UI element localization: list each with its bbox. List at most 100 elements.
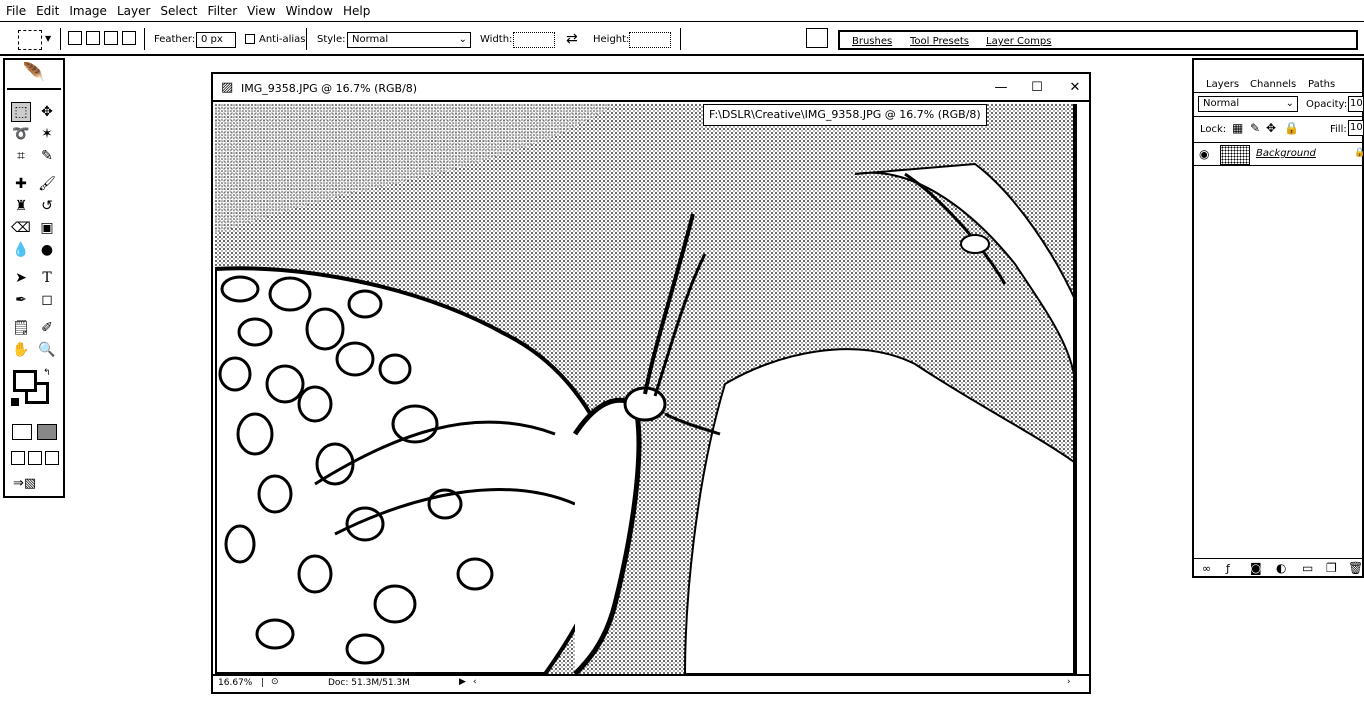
foreground-color-swatch[interactable] — [13, 370, 37, 392]
lock-position-icon[interactable]: ✥ — [1266, 121, 1276, 135]
delete-layer-icon[interactable]: 🗑 — [1348, 561, 1363, 575]
status-menu-icon[interactable]: ⊙ — [271, 677, 279, 687]
menu-bar: File Edit Image Layer Select Filter View… — [0, 0, 1364, 22]
crop-icon[interactable]: ⌗ — [11, 146, 31, 166]
menu-select[interactable]: Select — [160, 4, 203, 18]
close-icon[interactable]: ✕ — [1067, 80, 1083, 96]
subtract-selection-icon[interactable] — [104, 31, 118, 45]
minimize-icon[interactable]: — — [993, 80, 1009, 96]
menu-edit[interactable]: Edit — [36, 4, 65, 18]
marquee-icon[interactable]: ⬚ — [11, 102, 31, 122]
new-layer-icon[interactable]: ❐ — [1326, 561, 1337, 575]
layer-thumbnail — [1220, 145, 1250, 165]
history-brush-icon[interactable]: ↺ — [37, 196, 57, 216]
feather-logo-icon: 🪶 — [7, 62, 61, 90]
fill-input[interactable]: 10 — [1348, 120, 1364, 136]
toolbox: 🪶 ⬚ ✥ ➰ ✶ ⌗ ✎ ✚ 🖌 ♜ ↺ ⌫ ▣ 💧 ● ➤ T ✒ ◻ 🗒 … — [3, 58, 65, 498]
status-arrow-icon[interactable]: ▶ — [459, 677, 466, 687]
feather-input[interactable]: 0 px — [196, 32, 236, 48]
zoom-icon[interactable]: 🔍 — [37, 340, 57, 360]
tab-channels[interactable]: Channels — [1250, 78, 1296, 92]
antialias-checkbox[interactable] — [245, 34, 255, 44]
full-screen-icon[interactable] — [45, 451, 59, 465]
clone-stamp-icon[interactable]: ♜ — [11, 196, 31, 216]
menu-window[interactable]: Window — [286, 4, 339, 18]
tab-tool-presets[interactable]: Tool Presets — [910, 35, 969, 49]
eraser-icon[interactable]: ⌫ — [11, 218, 31, 238]
tool-preset-picker-icon[interactable] — [18, 30, 42, 50]
standard-screen-icon[interactable] — [11, 451, 25, 465]
lasso-icon[interactable]: ➰ — [11, 124, 31, 144]
style-select[interactable]: Normal ⌄ — [347, 32, 471, 48]
height-input[interactable] — [629, 32, 671, 48]
shape-icon[interactable]: ◻ — [37, 290, 57, 310]
notes-icon[interactable]: 🗒 — [11, 318, 31, 338]
menu-image[interactable]: Image — [69, 4, 113, 18]
slice-icon[interactable]: ✎ — [37, 146, 57, 166]
menu-file[interactable]: File — [6, 4, 32, 18]
adjustment-layer-icon[interactable]: ◐ — [1276, 561, 1286, 575]
style-select-value: Normal — [352, 34, 389, 45]
swap-dimensions-icon[interactable]: ⇄ — [566, 31, 578, 47]
layer-style-icon[interactable]: ƒ — [1226, 562, 1230, 575]
palette-well: Brushes Tool Presets Layer Comps — [838, 30, 1358, 50]
path-select-icon[interactable]: ➤ — [11, 268, 31, 288]
default-colors-icon[interactable] — [11, 398, 19, 406]
eyedropper-icon[interactable]: ✐ — [37, 318, 57, 338]
eye-icon[interactable]: ◉ — [1199, 147, 1209, 161]
blend-mode-select[interactable]: Normal ⌄ — [1198, 96, 1298, 112]
move-icon[interactable]: ✥ — [37, 102, 57, 122]
type-icon[interactable]: T — [37, 268, 57, 288]
pen-icon[interactable]: ✒ — [11, 290, 31, 310]
new-selection-icon[interactable] — [68, 31, 82, 45]
file-browser-icon[interactable] — [806, 28, 828, 48]
standard-mode-icon[interactable] — [12, 424, 32, 440]
intersect-selection-icon[interactable] — [122, 31, 136, 45]
magic-wand-icon[interactable]: ✶ — [37, 124, 57, 144]
maximize-icon[interactable]: ☐ — [1029, 80, 1045, 96]
full-screen-menu-icon[interactable] — [28, 451, 42, 465]
layer-row-background[interactable]: ◉ Background 🔒 — [1194, 142, 1364, 166]
doc-size: Doc: 51.3M/51.3M — [328, 678, 410, 688]
quick-mask-icon[interactable] — [37, 424, 57, 440]
status-divider-icon: | — [261, 678, 265, 688]
add-selection-icon[interactable] — [86, 31, 100, 45]
menu-help[interactable]: Help — [343, 4, 376, 18]
brush-icon[interactable]: 🖌 — [37, 174, 57, 194]
blur-icon[interactable]: 💧 — [11, 240, 31, 260]
jump-to-imageready-icon[interactable]: ⇒▧ — [13, 476, 36, 491]
feather-label: Feather: — [154, 34, 196, 45]
tab-layer-comps[interactable]: Layer Comps — [986, 35, 1051, 49]
tab-brushes[interactable]: Brushes — [852, 35, 892, 49]
document-title: IMG_9358.JPG @ 16.7% (RGB/8) — [241, 82, 418, 95]
width-label: Width: — [480, 34, 513, 45]
hand-icon[interactable]: ✋ — [11, 340, 31, 360]
layer-name: Background — [1256, 148, 1316, 159]
tab-paths[interactable]: Paths — [1308, 78, 1335, 92]
lock-transparent-icon[interactable]: ▦ — [1232, 121, 1243, 135]
lock-label: Lock: — [1200, 124, 1227, 135]
scroll-left-icon[interactable]: ‹ — [473, 677, 477, 687]
menu-view[interactable]: View — [247, 4, 281, 18]
menu-layer[interactable]: Layer — [117, 4, 156, 18]
panel-footer-divider — [1194, 558, 1362, 559]
image-canvas[interactable] — [215, 104, 1077, 674]
menu-filter[interactable]: Filter — [207, 4, 243, 18]
layer-mask-icon[interactable]: ◙ — [1250, 561, 1262, 575]
scroll-right-icon[interactable]: › — [1067, 677, 1071, 687]
document-title-bar[interactable]: ▨ IMG_9358.JPG @ 16.7% (RGB/8) — ☐ ✕ — [213, 74, 1089, 102]
lock-image-icon[interactable]: ✎ — [1250, 121, 1260, 135]
gradient-icon[interactable]: ▣ — [37, 218, 57, 238]
new-group-icon[interactable]: ▭ — [1302, 561, 1313, 575]
width-input[interactable] — [513, 32, 555, 48]
opacity-input[interactable]: 10 — [1348, 96, 1364, 112]
link-layers-icon[interactable]: ∞ — [1202, 562, 1211, 575]
chevron-down-icon[interactable]: ▼ — [45, 34, 51, 43]
lock-all-icon[interactable]: 🔒 — [1284, 121, 1299, 135]
dodge-icon[interactable]: ● — [37, 240, 57, 260]
healing-brush-icon[interactable]: ✚ — [11, 174, 31, 194]
status-bar: 16.67% | ⊙ Doc: 51.3M/51.3M ▶ ‹ › — [213, 674, 1089, 692]
zoom-level[interactable]: 16.67% — [218, 678, 252, 688]
swap-colors-icon[interactable]: ↰ — [43, 368, 51, 378]
tab-layers[interactable]: Layers — [1206, 78, 1239, 92]
